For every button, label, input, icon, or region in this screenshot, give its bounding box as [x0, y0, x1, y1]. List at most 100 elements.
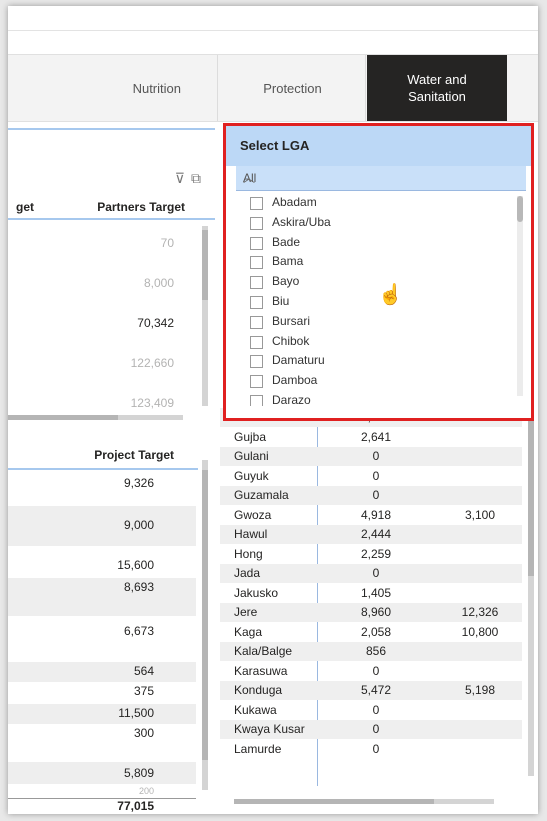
tab-nutrition[interactable]: Nutrition	[8, 55, 218, 121]
checkbox[interactable]	[250, 315, 263, 329]
lga-name: Kala/Balge	[234, 644, 293, 658]
lga-name: Jere	[234, 605, 258, 619]
lga-name: Gulani	[234, 449, 269, 463]
table-row: 15,600	[8, 558, 196, 578]
checkbox[interactable]	[250, 236, 263, 250]
checkbox[interactable]	[250, 395, 263, 406]
lga-name: Gwoza	[234, 507, 272, 522]
scroll-thumb[interactable]	[517, 196, 523, 222]
cell-value: 5,472	[360, 683, 392, 697]
cell-value: 11,500	[118, 706, 154, 720]
slicer-scrollbar[interactable]	[517, 196, 523, 396]
cell-value: 2,058	[360, 624, 392, 639]
cell-value: 123,409	[130, 396, 174, 410]
slicer-header: Select LGA	[226, 126, 531, 166]
table-row: Kala/Balge 856	[220, 642, 522, 661]
checkbox[interactable]	[250, 197, 263, 210]
table-row: Karasuwa 0	[220, 662, 522, 681]
chevron-up-icon[interactable]: ︿	[243, 169, 518, 186]
lga-name: Guyuk	[234, 468, 269, 483]
lga-name: Hawul	[234, 527, 268, 541]
option-label: Darazo	[272, 393, 311, 406]
table-row: Gujba 2,641	[220, 428, 522, 447]
cell-value: 10,800	[461, 624, 499, 639]
cell-value: 564	[133, 664, 154, 678]
lga-table: Gubio2,318Gujba2,641Gulani0Guyuk0Guzamal…	[220, 386, 538, 814]
checkbox[interactable]	[250, 296, 263, 309]
cell-value: 5,198	[464, 683, 496, 697]
column-header[interactable]: get	[16, 200, 34, 214]
lga-name: Lamurde	[234, 741, 282, 756]
table-row: 11,500	[8, 704, 196, 724]
cell-value: 15,600	[117, 558, 154, 572]
total-row: 77,015	[8, 798, 196, 813]
table-row: 5,809	[8, 762, 196, 784]
option-label: Biu	[272, 294, 290, 308]
cell-value: 3,100	[464, 507, 496, 522]
horizontal-scrollbar[interactable]	[8, 415, 183, 420]
checkbox[interactable]	[250, 216, 263, 230]
cell-value: 0	[372, 566, 380, 580]
tab-protection[interactable]: Protection	[220, 55, 366, 121]
option-label: Askira/Uba	[272, 214, 331, 229]
cell-value: 2,641	[360, 429, 392, 444]
option-label: Damaturu	[272, 353, 325, 368]
table-row: Jada 0	[220, 564, 522, 583]
table-header: get Partners Target	[8, 194, 215, 220]
cell-value: 0	[372, 663, 380, 678]
option-label: Abadam	[272, 195, 317, 209]
slicer-dropdown[interactable]: All ︿	[236, 166, 526, 191]
table-row: 9,000	[8, 506, 196, 546]
lga-name: Jakusko	[234, 585, 279, 600]
cell-value: 0	[372, 741, 380, 756]
hand-cursor-icon: ☝	[378, 284, 403, 306]
checkbox[interactable]	[250, 276, 263, 290]
table-row: Kwaya Kusar 0	[220, 720, 522, 739]
lga-name: Guzamala	[234, 488, 289, 502]
option-label: Bayo	[272, 274, 300, 289]
checkbox[interactable]	[250, 335, 263, 349]
cell-value: 856	[365, 644, 387, 658]
table-row: 375	[8, 684, 196, 704]
cell-value: 0	[372, 449, 380, 463]
cell-value: 2,444	[360, 527, 392, 541]
cell-value: 200	[138, 786, 154, 796]
table-row: Gwoza 4,918 3,100	[220, 506, 522, 525]
option-label: Bama	[272, 254, 304, 269]
table-row: Jere 8,960 12,326	[220, 603, 522, 622]
focus-mode-icon[interactable]: ⧉	[191, 170, 207, 186]
checkbox[interactable]	[250, 375, 263, 389]
option-label: Bade	[272, 234, 301, 249]
table-row: 6,673	[8, 622, 196, 662]
table-row: 9,326	[8, 476, 196, 498]
vertical-scrollbar[interactable]	[202, 460, 208, 790]
tab-label-line1: Water and	[407, 72, 467, 87]
cell-value: 12,326	[461, 605, 499, 619]
visual-header-icons: ⊽⧉	[175, 170, 207, 187]
cell-value: 0	[372, 702, 380, 717]
column-header-project-target[interactable]: Project Target	[94, 448, 174, 462]
checkbox[interactable]	[250, 256, 263, 270]
table-row: Gulani 0	[220, 447, 522, 466]
tab-water-and-sanitation[interactable]: Water and Sanitation	[367, 55, 507, 121]
option-label: Damboa	[272, 373, 318, 388]
cell-value: 8,000	[143, 276, 174, 290]
partners-target-table: ⊽⧉ get Partners Target 70 8,000 70,342 1…	[8, 128, 215, 426]
table-row: 300	[8, 726, 196, 756]
checkbox[interactable]	[250, 355, 263, 369]
table-header: Project Target	[8, 436, 198, 470]
column-header-partners-target[interactable]: Partners Target	[97, 200, 185, 214]
select-lga-slicer: Select LGA All ︿ Abadam Askira/Uba Bade Bam…	[223, 123, 534, 421]
vertical-scrollbar[interactable]	[202, 226, 208, 406]
filter-icon[interactable]: ⊽	[175, 170, 191, 186]
table-row: 200	[8, 786, 196, 798]
cell-value: 70	[160, 236, 174, 250]
project-target-table: Project Target 9,326 9,000 15,600 8,693 …	[8, 436, 215, 814]
table-row: Kukawa 0	[220, 701, 522, 720]
tab-label: Protection	[263, 80, 322, 96]
tab-bar: Nutrition Protection Water and Sanitatio…	[8, 54, 538, 122]
cell-value: 8,960	[360, 605, 392, 619]
cell-value: 9,326	[123, 476, 154, 490]
horizontal-scrollbar[interactable]	[234, 799, 494, 804]
vertical-scrollbar[interactable]	[528, 406, 534, 776]
